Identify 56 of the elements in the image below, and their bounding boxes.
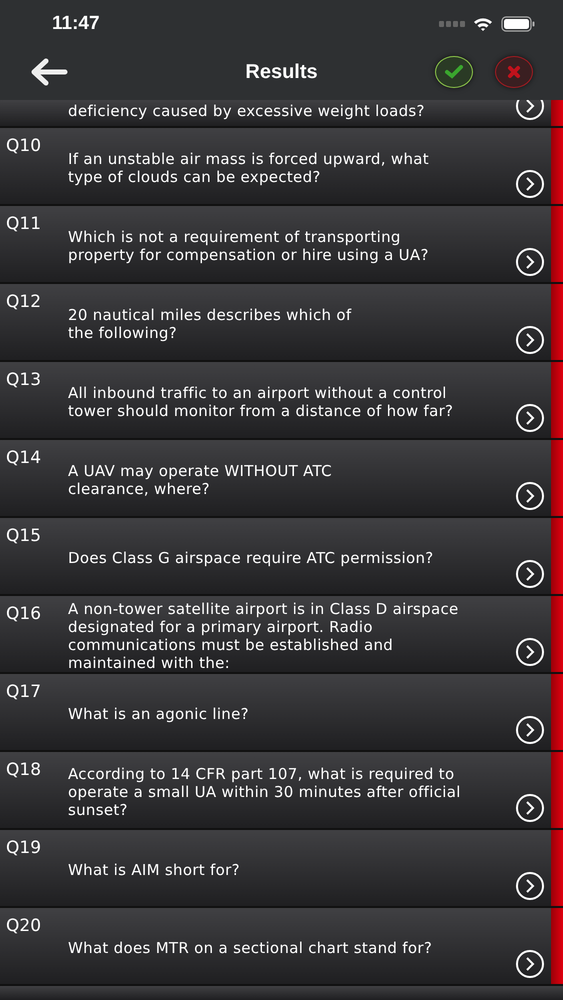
status-time: 11:47 [52, 13, 100, 35]
question-row[interactable]: Q19 What is AIM short for? [0, 830, 563, 908]
question-text: What is an agonic line? [68, 705, 249, 723]
chevron-circle-icon[interactable] [515, 325, 545, 355]
check-icon [445, 65, 463, 79]
question-row[interactable]: Q20 What does MTR on a sectional chart stand for? [0, 908, 563, 986]
chevron-circle-icon[interactable] [515, 637, 545, 667]
question-number: Q10 [6, 136, 42, 156]
question-number: Q13 [6, 370, 42, 390]
question-row[interactable]: Q18 According to 14 CFR part 107, what is required to operate a small UA within 30 minutes after official sunset? [0, 752, 563, 830]
question-row[interactable]: Q10 If an unstable air mass is forced upward, what type of clouds can be expected? [0, 128, 563, 206]
question-text: If an unstable air mass is forced upward, what type of clouds can be expected? [68, 150, 429, 186]
close-icon [507, 65, 521, 79]
question-text: Does Class G airspace require ATC permission? [68, 549, 434, 567]
question-number: Q14 [6, 448, 42, 468]
question-text: What does MTR on a sectional chart stand for? [68, 939, 432, 957]
question-number: Q11 [6, 214, 42, 234]
question-number: Q18 [6, 760, 42, 780]
question-row[interactable]: Q11 Which is not a requirement of transporting property for compensation or hire using a UA? [0, 206, 563, 284]
chevron-circle-icon[interactable] [515, 403, 545, 433]
wifi-icon [473, 16, 493, 32]
question-row[interactable]: Q12 20 nautical miles describes which of the following? [0, 284, 563, 362]
signal-icon [439, 21, 465, 27]
question-number: Q16 [6, 604, 42, 624]
question-number: Q17 [6, 682, 42, 702]
battery-icon [501, 16, 535, 32]
question-row[interactable]: deficiency caused by excessive weight loads? [0, 100, 563, 128]
screen-title: Results [244, 60, 319, 84]
question-text: All inbound traffic to an airport without a control tower should monitor from a distance of how far? [68, 384, 454, 420]
chevron-circle-icon[interactable] [515, 481, 545, 511]
question-text: Which is not a requirement of transporting property for compensation or hire using a UA? [68, 228, 429, 264]
question-row[interactable]: Q14 A UAV may operate WITHOUT ATC clearance, where? [0, 440, 563, 518]
question-text: What is AIM short for? [68, 861, 240, 879]
question-text: 20 nautical miles describes which of the following? [68, 306, 352, 342]
chevron-circle-icon[interactable] [515, 169, 545, 199]
question-number: Q20 [6, 916, 42, 936]
question-row[interactable]: Q17 What is an agonic line? [0, 674, 563, 752]
correct-filter-button[interactable] [435, 56, 473, 88]
back-arrow-icon[interactable] [30, 58, 68, 86]
chevron-circle-icon[interactable] [515, 793, 545, 823]
question-text: According to 14 CFR part 107, what is required to operate a small UA within 30 minutes after official sunset? [68, 765, 461, 819]
question-number: Q12 [6, 292, 42, 312]
question-text: A UAV may operate WITHOUT ATC clearance, where? [68, 462, 332, 498]
question-text: A non-tower satellite airport is in Class D airspace designated for a primary airport. Radio communications must be established and maintained with the: [68, 600, 459, 672]
question-number: Q15 [6, 526, 42, 546]
chevron-circle-icon[interactable] [515, 559, 545, 589]
chevron-circle-icon[interactable] [515, 715, 545, 745]
question-row[interactable]: Q13 All inbound traffic to an airport without a control tower should monitor from a distance of how far? [0, 362, 563, 440]
incorrect-filter-button[interactable] [495, 56, 533, 88]
question-text: deficiency caused by excessive weight loads? [68, 102, 425, 120]
question-row[interactable]: Q15 Does Class G airspace require ATC permission? [0, 518, 563, 596]
chevron-circle-icon[interactable] [515, 871, 545, 901]
question-number: Q19 [6, 838, 42, 858]
question-row[interactable]: Q16 A non-tower satellite airport is in Class D airspace designated for a primary airport. Radio communications must be established and maintained with the: [0, 596, 563, 674]
chevron-circle-icon[interactable] [515, 949, 545, 979]
chevron-circle-icon[interactable] [515, 247, 545, 277]
